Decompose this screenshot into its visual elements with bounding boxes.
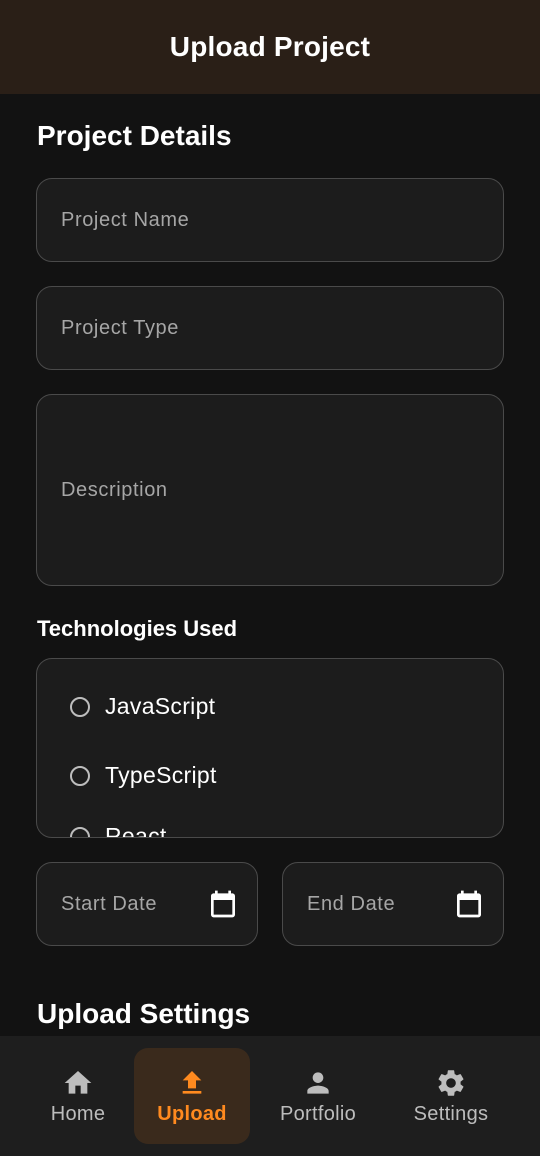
technologies-heading: Technologies Used (37, 616, 238, 641)
project-name-field[interactable]: Project Name (36, 178, 504, 262)
nav-label: Home (50, 1102, 106, 1125)
nav-label: Portfolio (279, 1102, 357, 1125)
technology-label: TypeScript (105, 762, 217, 788)
home-icon (64, 1070, 92, 1094)
project-details-heading: Project Details (37, 120, 232, 151)
app-bar: Upload Project (0, 0, 540, 94)
technology-option[interactable]: JavaScript (70, 693, 215, 720)
calendar-icon[interactable] (453, 888, 485, 920)
description-placeholder: Description (61, 478, 168, 501)
technology-option[interactable]: TypeScript (70, 762, 217, 789)
description-field[interactable]: Description (36, 394, 504, 586)
nav-item-portfolio[interactable]: Portfolio (262, 1048, 374, 1144)
technology-option[interactable]: React (70, 823, 167, 838)
project-type-placeholder: Project Type (61, 316, 180, 339)
nav-label: Settings (413, 1102, 489, 1125)
start-date-placeholder: Start Date (61, 892, 158, 915)
end-date-placeholder: End Date (307, 892, 396, 915)
project-type-field[interactable]: Project Type (36, 286, 504, 370)
page-title: Upload Project (169, 31, 371, 62)
end-date-field[interactable]: End Date (282, 862, 504, 946)
nav-item-home[interactable]: Home (20, 1048, 136, 1144)
start-date-field[interactable]: Start Date (36, 862, 258, 946)
nav-label: Upload (157, 1102, 227, 1125)
person-icon (307, 1071, 329, 1094)
nav-item-settings[interactable]: Settings (396, 1048, 506, 1144)
technologies-list[interactable]: JavaScript TypeScript React (36, 658, 504, 838)
radio-unchecked-icon[interactable] (70, 696, 90, 717)
upload-settings-heading: Upload Settings (37, 998, 251, 1029)
gear-icon (438, 1069, 464, 1096)
calendar-icon[interactable] (207, 888, 239, 920)
technology-label: JavaScript (105, 693, 216, 719)
nav-item-upload[interactable]: Upload (134, 1048, 250, 1144)
technology-label: React (105, 823, 167, 838)
radio-unchecked-icon[interactable] (70, 826, 90, 837)
upload-icon (182, 1070, 202, 1094)
radio-unchecked-icon[interactable] (70, 765, 90, 786)
project-name-placeholder: Project Name (61, 208, 190, 231)
upload-form: Project Details Project Name Project Typ… (0, 94, 540, 1036)
bottom-navigation: Home Upload Portfolio Settings (0, 1036, 540, 1156)
